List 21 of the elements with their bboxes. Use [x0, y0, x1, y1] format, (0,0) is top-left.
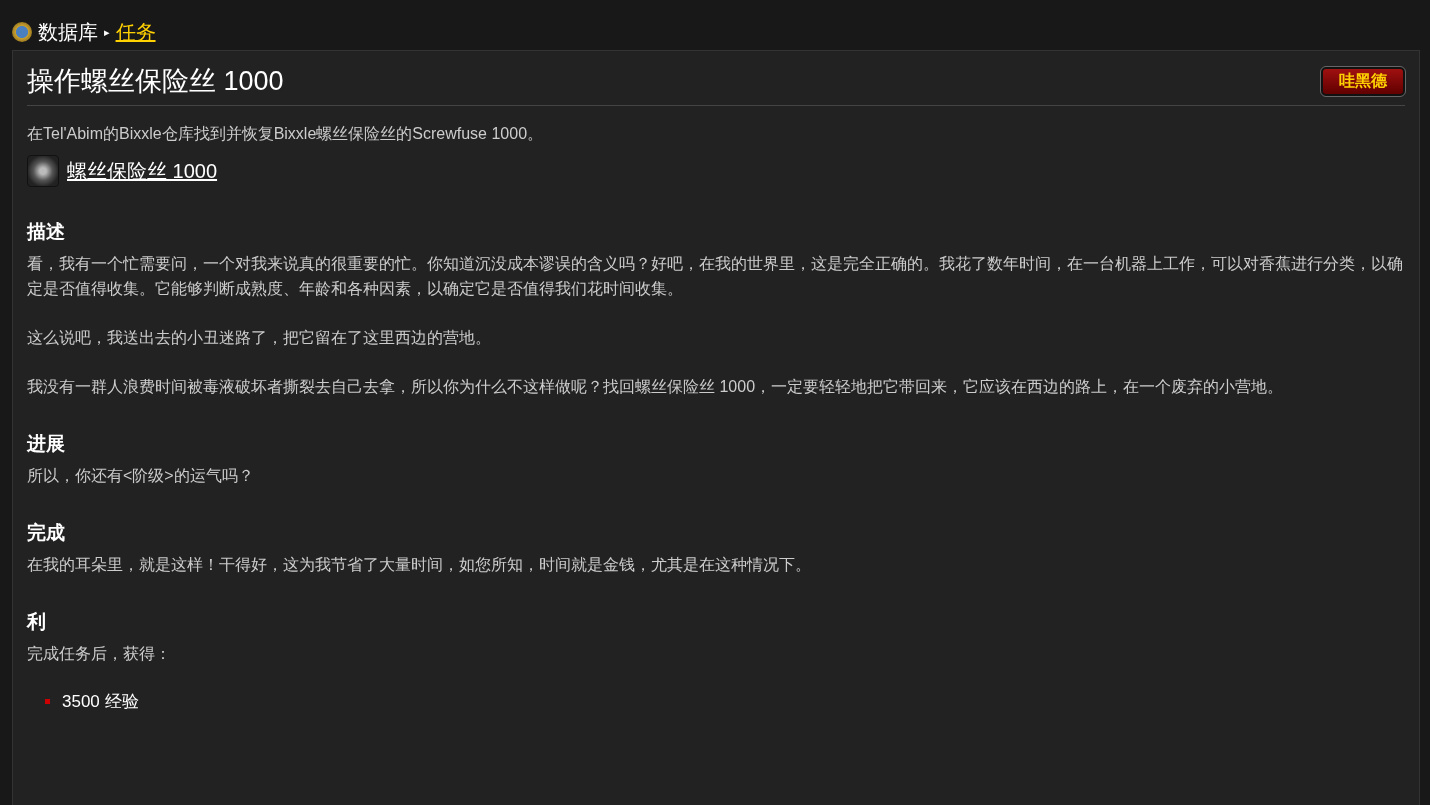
reward-text: 3500 经验: [62, 691, 139, 713]
breadcrumb-current[interactable]: 任务: [115, 18, 156, 46]
item-link[interactable]: 螺丝保险丝 1000: [67, 157, 218, 185]
section-paragraph: 这么说吧，我送出去的小丑迷路了，把它留在了这里西边的营地。: [27, 328, 492, 348]
breadcrumb-separator: ▸: [104, 25, 110, 39]
section-paragraph: 看，我有一个忙需要问，一个对我来说真的很重要的忙。你知道沉没成本谬误的含义吗？好吧，在我的世界里，这是完全正确的。我花了数年时间，在一台机器上工作，可以对香蕉进行分类，以确定是否值得收集。它能够判断成熟度、年龄和各种因素，以确定它是否值得我们花时间收集。: [27, 254, 1404, 299]
logo-icon[interactable]: [12, 22, 32, 42]
item-icon[interactable]: [27, 155, 59, 187]
section-heading: 描述: [27, 220, 66, 244]
section-paragraph: 所以，你还有<阶级>的运气吗？: [27, 466, 255, 486]
section-heading: 利: [27, 610, 47, 634]
section-paragraph: 在我的耳朵里，就是这样！干得好，这为我节省了大量时间，如您所知，时间就是金钱，尤其是在这种情况下。: [27, 555, 812, 575]
faction-badge: 哇黑德: [1321, 66, 1405, 96]
section-paragraph: 我没有一群人浪费时间被毒液破坏者撕裂去自己去拿，所以你为什么不这样做呢？找回螺丝保险丝 1000，一定要轻轻地把它带回来，它应该在西边的路上，在一个废弃的小营地。: [27, 377, 1285, 397]
section-heading: 完成: [27, 521, 66, 545]
quest-title: 操作螺丝保险丝 1000: [27, 65, 284, 98]
quest-objective: 在Tel'Abim的Bixxle仓库找到并恢复Bixxle螺丝保险丝的Screwfuse 1000。: [27, 124, 545, 144]
breadcrumb-link[interactable]: 数据库: [38, 18, 98, 46]
section-heading: 进展: [27, 432, 66, 456]
bullet-icon: [45, 699, 50, 704]
section-paragraph: 完成任务后，获得：: [27, 644, 172, 664]
